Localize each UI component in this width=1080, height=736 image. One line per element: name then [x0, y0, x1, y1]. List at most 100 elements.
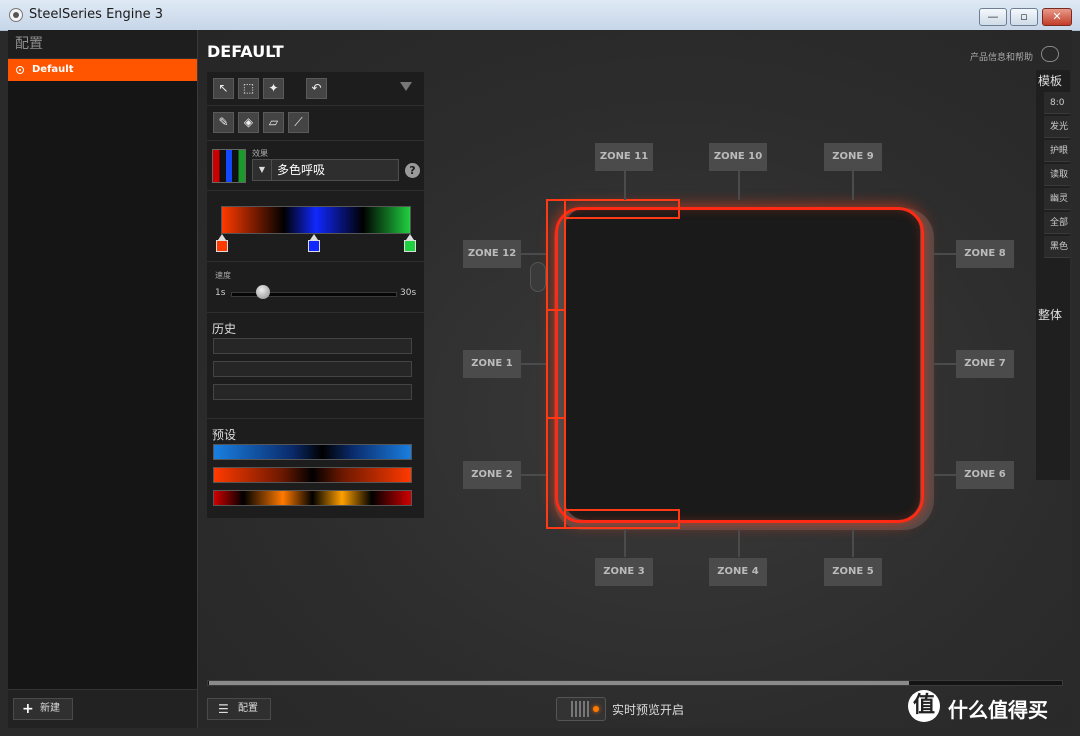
- template-item[interactable]: 黑色: [1044, 236, 1070, 258]
- main-panel: DEFAULT 产品信息和帮助 ↖ ⬚ ✦ ↶ ✎ ◈ ▱ ⟋ 效果 ▼ 多色呼…: [198, 30, 1072, 728]
- zone-connector: [852, 170, 854, 200]
- config-button-label: 配置: [238, 703, 258, 714]
- template-item[interactable]: 全部: [1044, 212, 1070, 234]
- new-config-button[interactable]: + 新建: [13, 698, 73, 720]
- zone-connector: [520, 253, 546, 255]
- effect-help-icon[interactable]: ?: [405, 163, 420, 178]
- template-item[interactable]: 8:0: [1044, 92, 1070, 114]
- zone-connector: [624, 529, 626, 557]
- scrollbar-thumb[interactable]: [209, 681, 909, 685]
- status-led-icon: [593, 706, 599, 712]
- fill-bucket-tool-icon[interactable]: ◈: [238, 112, 259, 133]
- toggle-switch[interactable]: [556, 697, 606, 721]
- sidebar-header: 配置: [8, 30, 197, 59]
- zone-11-button[interactable]: ZONE 11: [595, 143, 653, 171]
- gradient-stop-red[interactable]: [216, 234, 228, 252]
- steelseries-logo-icon: [9, 8, 23, 22]
- config-button[interactable]: ☰ 配置: [207, 698, 271, 720]
- zone-5-button[interactable]: ZONE 5: [824, 558, 882, 586]
- presets-label: 预设: [212, 428, 237, 442]
- preset-fire[interactable]: [213, 490, 412, 506]
- magic-wand-tool-icon[interactable]: ✦: [263, 78, 284, 99]
- divider: [207, 190, 424, 191]
- zone-connector: [852, 529, 854, 557]
- zone-10-button[interactable]: ZONE 10: [709, 143, 767, 171]
- speed-max-label: 30s: [400, 288, 417, 298]
- zone-connector: [738, 170, 740, 200]
- undo-icon[interactable]: ↶: [306, 78, 327, 99]
- history-slot[interactable]: [213, 384, 412, 400]
- divider: [207, 140, 424, 141]
- divider: [207, 418, 424, 419]
- watermark-text: 什么值得买: [948, 698, 1048, 722]
- speed-slider-knob[interactable]: [256, 285, 270, 299]
- template-item[interactable]: 发光: [1044, 116, 1070, 138]
- horizontal-scrollbar[interactable]: [207, 680, 1063, 686]
- global-header: 整体: [1038, 308, 1063, 322]
- led-strip-glow: [555, 207, 924, 523]
- zone-outline-2[interactable]: [546, 417, 566, 529]
- gradient-stop-blue[interactable]: [308, 234, 320, 252]
- eyedropper-tool-icon[interactable]: ⟋: [288, 112, 309, 133]
- effect-label: 效果: [252, 149, 268, 158]
- select-rect-tool-icon[interactable]: ⬚: [238, 78, 259, 99]
- zone-connector: [520, 363, 546, 365]
- divider: [207, 261, 424, 262]
- history-slot[interactable]: [213, 361, 412, 377]
- cable-connector: [530, 262, 546, 292]
- maximize-button[interactable]: ▫: [1010, 8, 1038, 26]
- template-item[interactable]: 读取: [1044, 164, 1070, 186]
- live-preview-toggle[interactable]: 实时预览开启: [556, 697, 684, 721]
- zone-outline-12[interactable]: [546, 199, 566, 311]
- zone-7-button[interactable]: ZONE 7: [956, 350, 1014, 378]
- zone-outline-11[interactable]: [564, 199, 680, 219]
- zone-outline-1[interactable]: [546, 309, 566, 419]
- effect-value: 多色呼吸: [277, 163, 326, 177]
- template-item[interactable]: 护眼: [1044, 140, 1070, 162]
- title-bar: SteelSeries Engine 3 — ▫ ✕: [0, 0, 1080, 31]
- zone-connector: [934, 363, 956, 365]
- zone-connector: [624, 170, 626, 200]
- effect-dropdown[interactable]: ▼ 多色呼吸: [252, 159, 399, 181]
- brush-tool-icon[interactable]: ✎: [213, 112, 234, 133]
- zone-4-button[interactable]: ZONE 4: [709, 558, 767, 586]
- color-gradient-bar[interactable]: [221, 206, 411, 234]
- help-link[interactable]: 产品信息和帮助: [970, 50, 1033, 63]
- close-button[interactable]: ✕: [1042, 8, 1072, 26]
- dropdown-arrow-icon: ▼: [253, 160, 272, 180]
- watermark: 值 什么值得买: [908, 688, 1078, 728]
- zone-outline-3[interactable]: [564, 509, 680, 529]
- toggle-grip-icon: [571, 701, 589, 717]
- preset-blue[interactable]: [213, 444, 412, 460]
- template-item[interactable]: 幽灵: [1044, 188, 1070, 210]
- history-slot[interactable]: [213, 338, 412, 354]
- zone-connector: [520, 474, 546, 476]
- config-item-default[interactable]: Default: [8, 59, 197, 81]
- lighting-tools-panel: ↖ ⬚ ✦ ↶ ✎ ◈ ▱ ⟋ 效果 ▼ 多色呼吸 ? 速度 1s 30s 历史…: [207, 72, 424, 518]
- list-icon: ☰: [218, 702, 229, 716]
- zone-2-button[interactable]: ZONE 2: [463, 461, 521, 489]
- divider: [207, 105, 424, 106]
- collapse-arrow-icon[interactable]: [400, 82, 412, 91]
- preset-orange[interactable]: [213, 467, 412, 483]
- zone-8-button[interactable]: ZONE 8: [956, 240, 1014, 268]
- pointer-tool-icon[interactable]: ↖: [213, 78, 234, 99]
- zone-12-button[interactable]: ZONE 12: [463, 240, 521, 268]
- zone-6-button[interactable]: ZONE 6: [956, 461, 1014, 489]
- plus-icon: +: [22, 701, 34, 717]
- templates-header: 模板: [1038, 74, 1063, 88]
- minimize-button[interactable]: —: [979, 8, 1007, 26]
- chat-help-icon[interactable]: [1041, 46, 1059, 62]
- history-label: 历史: [212, 322, 237, 336]
- zone-connector: [934, 253, 956, 255]
- zone-9-button[interactable]: ZONE 9: [824, 143, 882, 171]
- eraser-tool-icon[interactable]: ▱: [263, 112, 284, 133]
- zone-3-button[interactable]: ZONE 3: [595, 558, 653, 586]
- templates-panel: 模板 8:0 发光 护眼 读取 幽灵 全部 黑色 整体: [1036, 70, 1070, 480]
- zone-1-button[interactable]: ZONE 1: [463, 350, 521, 378]
- gradient-stop-green[interactable]: [404, 234, 416, 252]
- divider: [207, 312, 424, 313]
- radio-icon: [16, 66, 24, 74]
- zone-connector: [934, 474, 956, 476]
- live-preview-label: 实时预览开启: [612, 703, 685, 717]
